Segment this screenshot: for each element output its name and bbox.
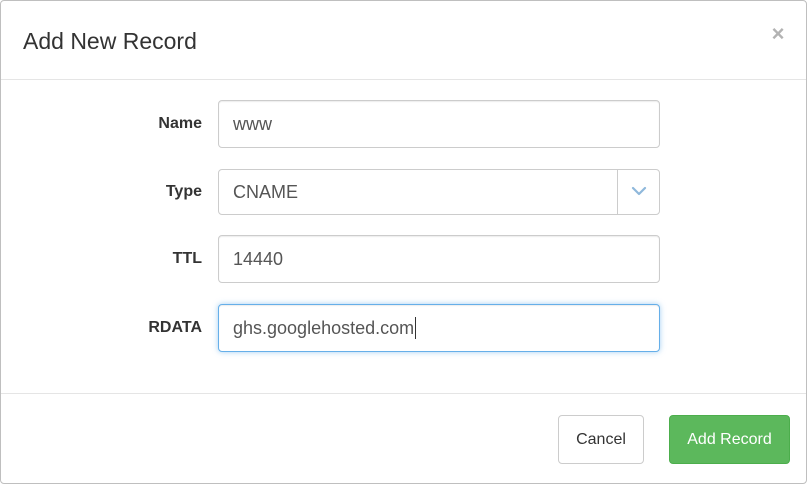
close-icon[interactable]: × [769, 21, 787, 47]
modal-title: Add New Record [23, 28, 197, 54]
select-caret-box[interactable] [617, 170, 659, 214]
rdata-row: RDATA ghs.googlehosted.com [1, 304, 806, 352]
modal-header: Add New Record × [1, 1, 806, 80]
modal-footer: Cancel Add Record [1, 393, 806, 483]
name-input[interactable]: www [218, 100, 660, 148]
ttl-input[interactable]: 14440 [218, 235, 660, 283]
rdata-value: ghs.googlehosted.com [233, 318, 415, 338]
type-select[interactable]: CNAME [218, 169, 660, 215]
add-record-button[interactable]: Add Record [669, 415, 790, 464]
add-record-modal: Add New Record × Name www Type CNAME TTL [0, 0, 807, 484]
rdata-label: RDATA [148, 319, 202, 336]
type-row: Type CNAME [1, 169, 806, 217]
type-label: Type [165, 183, 202, 200]
name-label: Name [158, 115, 202, 132]
modal-body: Name www Type CNAME TTL 14440 RDATA ghs.… [1, 80, 806, 393]
type-select-value: CNAME [233, 182, 299, 202]
text-cursor [415, 316, 417, 339]
rdata-input[interactable]: ghs.googlehosted.com [218, 304, 660, 352]
cancel-button[interactable]: Cancel [558, 415, 644, 464]
chevron-down-icon [631, 186, 647, 196]
ttl-row: TTL 14440 [1, 235, 806, 283]
ttl-label: TTL [172, 250, 202, 267]
name-row: Name www [1, 100, 806, 148]
